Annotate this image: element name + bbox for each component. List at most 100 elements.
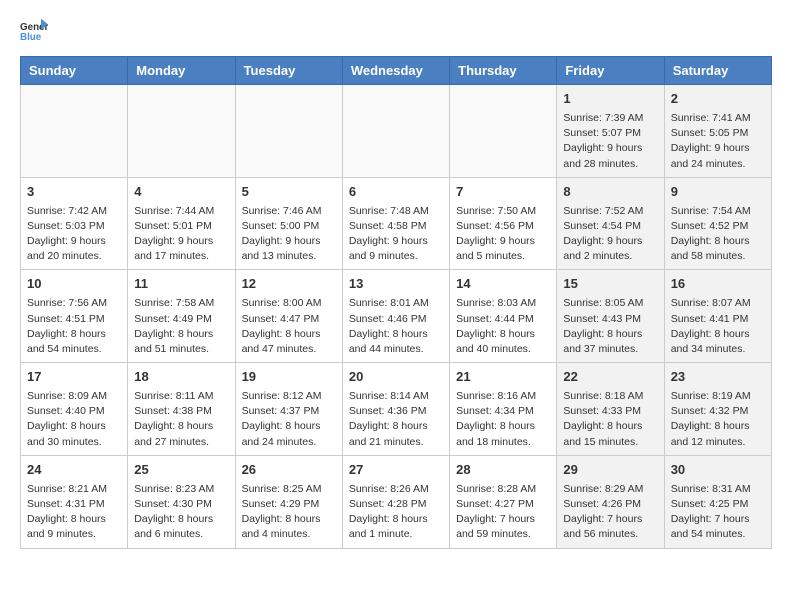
day-number: 28 [456,461,550,480]
calendar-cell: 13 Sunrise: 8:01 AM Sunset: 4:46 PM Dayli… [342,270,449,363]
day-info: Sunrise: 8:12 AM Sunset: 4:37 PM Dayligh… [242,390,322,448]
day-number: 22 [563,368,657,387]
day-number: 15 [563,275,657,294]
weekday-header-sunday: Sunday [21,57,128,85]
day-number: 30 [671,461,765,480]
day-number: 9 [671,183,765,202]
calendar-cell: 28 Sunrise: 8:28 AM Sunset: 4:27 PM Dayli… [450,455,557,548]
day-info: Sunrise: 8:23 AM Sunset: 4:30 PM Dayligh… [134,483,214,541]
day-number: 14 [456,275,550,294]
day-number: 25 [134,461,228,480]
day-info: Sunrise: 7:52 AM Sunset: 4:54 PM Dayligh… [563,205,643,263]
day-info: Sunrise: 7:56 AM Sunset: 4:51 PM Dayligh… [27,297,107,355]
calendar-cell: 16Sunrise: 8:07 AM Sunset: 4:41 PM Dayli… [664,270,771,363]
calendar-cell: 3Sunrise: 7:42 AM Sunset: 5:03 PM Daylig… [21,177,128,270]
calendar-cell [235,85,342,178]
day-info: Sunrise: 8:25 AM Sunset: 4:29 PM Dayligh… [242,483,322,541]
calendar-cell: 9 Sunrise: 7:54 AM Sunset: 4:52 PM Daylig… [664,177,771,270]
day-info: Sunrise: 7:58 AM Sunset: 4:49 PM Dayligh… [134,297,214,355]
day-number: 17 [27,368,121,387]
day-number: 2 [671,90,765,109]
calendar-cell: 25 Sunrise: 8:23 AM Sunset: 4:30 PM Dayli… [128,455,235,548]
calendar-cell: 24 Sunrise: 8:21 AM Sunset: 4:31 PM Dayli… [21,455,128,548]
week-row-5: 24 Sunrise: 8:21 AM Sunset: 4:31 PM Dayli… [21,455,772,548]
day-info: Sunrise: 8:28 AM Sunset: 4:27 PM Dayligh… [456,483,536,541]
weekday-header-monday: Monday [128,57,235,85]
weekday-header-wednesday: Wednesday [342,57,449,85]
calendar-cell: 2Sunrise: 7:41 AM Sunset: 5:05 PM Daylig… [664,85,771,178]
day-number: 19 [242,368,336,387]
day-info: Sunrise: 7:48 AM Sunset: 4:58 PM Dayligh… [349,205,429,263]
logo: General Blue [20,16,48,44]
day-info: Sunrise: 8:16 AM Sunset: 4:34 PM Dayligh… [456,390,536,448]
day-number: 5 [242,183,336,202]
calendar-cell: 29Sunrise: 8:29 AM Sunset: 4:26 PM Dayli… [557,455,664,548]
day-number: 27 [349,461,443,480]
weekday-header-friday: Friday [557,57,664,85]
day-info: Sunrise: 8:18 AM Sunset: 4:33 PM Dayligh… [563,390,643,448]
calendar-cell: 4Sunrise: 7:44 AM Sunset: 5:01 PM Daylig… [128,177,235,270]
calendar-cell: 6 Sunrise: 7:48 AM Sunset: 4:58 PM Daylig… [342,177,449,270]
calendar-cell: 27Sunrise: 8:26 AM Sunset: 4:28 PM Dayli… [342,455,449,548]
day-info: Sunrise: 7:54 AM Sunset: 4:52 PM Dayligh… [671,205,751,263]
day-info: Sunrise: 7:46 AM Sunset: 5:00 PM Dayligh… [242,205,322,263]
calendar-body: 1Sunrise: 7:39 AM Sunset: 5:07 PM Daylig… [21,85,772,549]
day-info: Sunrise: 8:31 AM Sunset: 4:25 PM Dayligh… [671,483,751,541]
day-info: Sunrise: 7:42 AM Sunset: 5:03 PM Dayligh… [27,205,107,263]
calendar-cell: 30 Sunrise: 8:31 AM Sunset: 4:25 PM Dayli… [664,455,771,548]
day-info: Sunrise: 7:50 AM Sunset: 4:56 PM Dayligh… [456,205,536,263]
calendar-cell: 5 Sunrise: 7:46 AM Sunset: 5:00 PM Daylig… [235,177,342,270]
day-number: 18 [134,368,228,387]
calendar-cell: 1Sunrise: 7:39 AM Sunset: 5:07 PM Daylig… [557,85,664,178]
weekday-header-tuesday: Tuesday [235,57,342,85]
calendar-cell: 10 Sunrise: 7:56 AM Sunset: 4:51 PM Dayli… [21,270,128,363]
day-info: Sunrise: 8:01 AM Sunset: 4:46 PM Dayligh… [349,297,429,355]
calendar: SundayMondayTuesdayWednesdayThursdayFrid… [20,56,772,549]
svg-text:Blue: Blue [20,32,42,43]
calendar-cell: 12 Sunrise: 8:00 AM Sunset: 4:47 PM Dayli… [235,270,342,363]
calendar-cell: 26 Sunrise: 8:25 AM Sunset: 4:29 PM Dayli… [235,455,342,548]
calendar-cell [342,85,449,178]
day-info: Sunrise: 8:05 AM Sunset: 4:43 PM Dayligh… [563,297,643,355]
calendar-cell: 21Sunrise: 8:16 AM Sunset: 4:34 PM Dayli… [450,363,557,456]
calendar-cell: 17 Sunrise: 8:09 AM Sunset: 4:40 PM Dayli… [21,363,128,456]
day-number: 12 [242,275,336,294]
weekday-row: SundayMondayTuesdayWednesdayThursdayFrid… [21,57,772,85]
day-info: Sunrise: 8:09 AM Sunset: 4:40 PM Dayligh… [27,390,107,448]
day-info: Sunrise: 8:00 AM Sunset: 4:47 PM Dayligh… [242,297,322,355]
day-info: Sunrise: 8:03 AM Sunset: 4:44 PM Dayligh… [456,297,536,355]
calendar-cell: 15 Sunrise: 8:05 AM Sunset: 4:43 PM Dayli… [557,270,664,363]
day-number: 10 [27,275,121,294]
calendar-cell: 14 Sunrise: 8:03 AM Sunset: 4:44 PM Dayli… [450,270,557,363]
day-number: 24 [27,461,121,480]
day-number: 13 [349,275,443,294]
day-info: Sunrise: 8:29 AM Sunset: 4:26 PM Dayligh… [563,483,643,541]
day-number: 26 [242,461,336,480]
day-number: 4 [134,183,228,202]
day-info: Sunrise: 8:21 AM Sunset: 4:31 PM Dayligh… [27,483,107,541]
calendar-cell: 22 Sunrise: 8:18 AM Sunset: 4:33 PM Dayli… [557,363,664,456]
calendar-cell: 20 Sunrise: 8:14 AM Sunset: 4:36 PM Dayli… [342,363,449,456]
calendar-cell: 11Sunrise: 7:58 AM Sunset: 4:49 PM Dayli… [128,270,235,363]
header: General Blue [20,16,772,44]
day-number: 20 [349,368,443,387]
calendar-cell [21,85,128,178]
day-number: 1 [563,90,657,109]
day-info: Sunrise: 8:11 AM Sunset: 4:38 PM Dayligh… [134,390,213,448]
week-row-1: 1Sunrise: 7:39 AM Sunset: 5:07 PM Daylig… [21,85,772,178]
calendar-cell: 8Sunrise: 7:52 AM Sunset: 4:54 PM Daylig… [557,177,664,270]
day-info: Sunrise: 8:19 AM Sunset: 4:32 PM Dayligh… [671,390,751,448]
page: General Blue SundayMondayTuesdayWednesda… [0,0,792,565]
calendar-cell [450,85,557,178]
week-row-3: 10 Sunrise: 7:56 AM Sunset: 4:51 PM Dayli… [21,270,772,363]
logo-icon: General Blue [20,16,48,44]
day-number: 6 [349,183,443,202]
calendar-cell: 7 Sunrise: 7:50 AM Sunset: 4:56 PM Daylig… [450,177,557,270]
day-number: 7 [456,183,550,202]
calendar-cell: 19 Sunrise: 8:12 AM Sunset: 4:37 PM Dayli… [235,363,342,456]
weekday-header-thursday: Thursday [450,57,557,85]
calendar-cell: 23Sunrise: 8:19 AM Sunset: 4:32 PM Dayli… [664,363,771,456]
day-info: Sunrise: 8:14 AM Sunset: 4:36 PM Dayligh… [349,390,429,448]
calendar-header: SundayMondayTuesdayWednesdayThursdayFrid… [21,57,772,85]
calendar-cell [128,85,235,178]
